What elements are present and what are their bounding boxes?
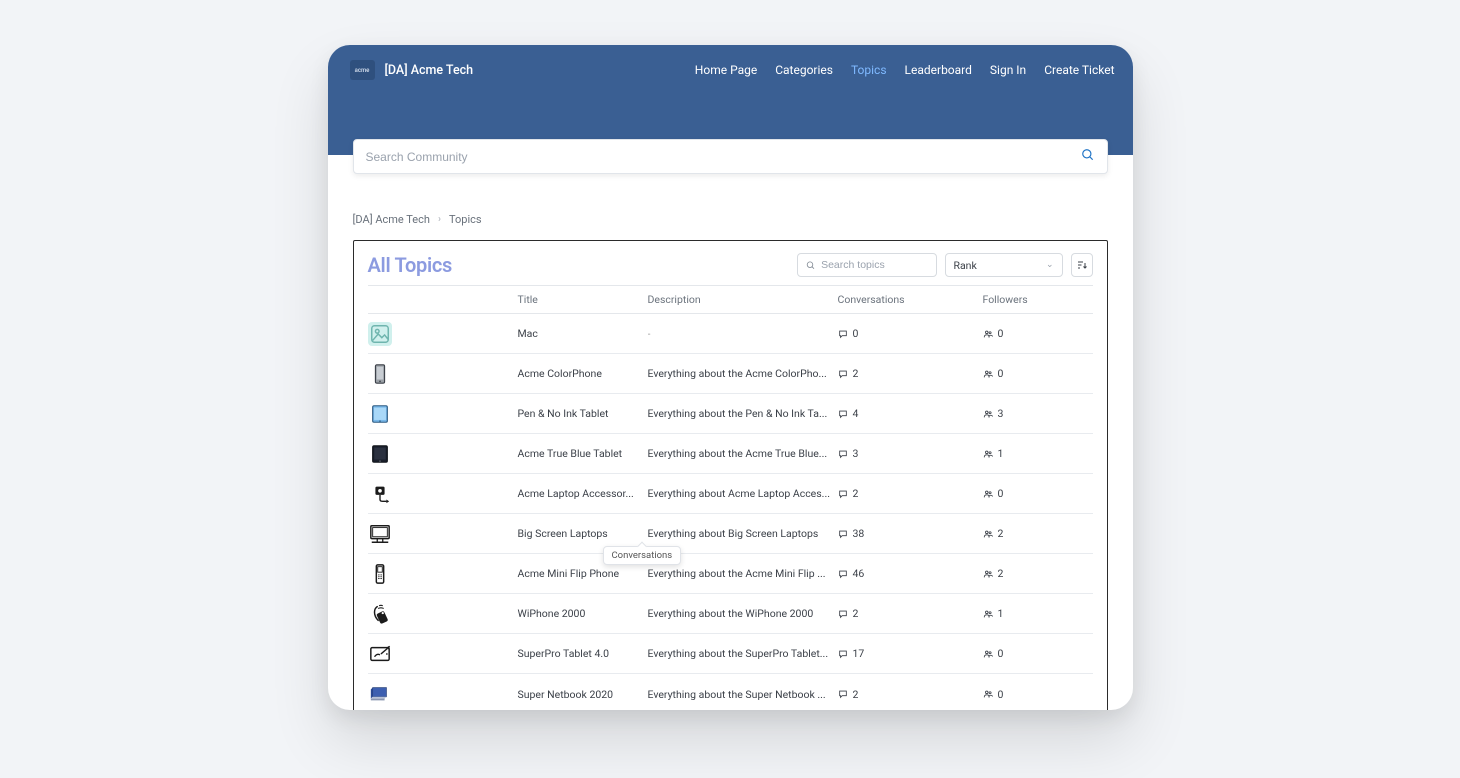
sort-direction-button[interactable]: [1071, 253, 1093, 277]
header: acme [DA] Acme Tech Home Page Categories…: [328, 45, 1133, 155]
chevron-right-icon: ›: [438, 214, 441, 225]
table-header: Title Description Conversations Follower…: [368, 286, 1093, 314]
row-conversations: 38: [838, 527, 983, 540]
sort-select[interactable]: Rank ⌄: [945, 253, 1063, 277]
row-title[interactable]: WiPhone 2000: [518, 607, 648, 620]
pro-tablet-icon: [368, 642, 392, 666]
panel-tools: Rank ⌄: [797, 253, 1093, 277]
row-conversations: 2: [838, 487, 983, 500]
row-conversations: 46: [838, 567, 983, 580]
tablet-blue-icon: [368, 402, 392, 426]
breadcrumb: [DA] Acme Tech › Topics: [353, 213, 1108, 226]
sort-select-label: Rank: [954, 259, 977, 272]
flip-phone-icon: [368, 562, 392, 586]
row-conversations: 17: [838, 647, 983, 660]
nav-categories[interactable]: Categories: [775, 63, 833, 77]
row-followers: 0: [983, 487, 1093, 500]
netbook-icon: [368, 682, 392, 706]
table-row[interactable]: WiPhone 2000Everything about the WiPhone…: [368, 594, 1093, 634]
row-description: Everything about Acme Laptop Acces...: [648, 487, 838, 500]
table-row[interactable]: SuperPro Tablet 4.0Everything about the …: [368, 634, 1093, 674]
row-followers: 1: [983, 447, 1093, 460]
row-title[interactable]: Acme ColorPhone: [518, 367, 648, 380]
table-row[interactable]: Super Netbook 2020Everything about the S…: [368, 674, 1093, 710]
app-window: acme [DA] Acme Tech Home Page Categories…: [328, 45, 1133, 710]
row-conversations: 0: [838, 327, 983, 340]
row-followers: 1: [983, 607, 1093, 620]
tooltip: Conversations: [603, 546, 682, 565]
row-followers: 0: [983, 647, 1093, 660]
row-title[interactable]: Acme Mini Flip Phone: [518, 567, 648, 580]
row-followers: 2: [983, 567, 1093, 580]
breadcrumb-root[interactable]: [DA] Acme Tech: [353, 213, 430, 226]
search-input[interactable]: [366, 150, 1081, 164]
table-row[interactable]: Pen & No Ink TabletEverything about the …: [368, 394, 1093, 434]
column-description: Description: [648, 293, 838, 306]
search-icon[interactable]: [1081, 148, 1095, 166]
row-title[interactable]: Super Netbook 2020: [518, 688, 648, 701]
table-row[interactable]: Acme Mini Flip PhoneEverything about the…: [368, 554, 1093, 594]
row-description: Everything about the Acme ColorPho...: [648, 367, 838, 380]
row-conversations: 4: [838, 407, 983, 420]
content: [DA] Acme Tech › Topics All Topics Rank …: [328, 155, 1133, 710]
row-title[interactable]: Acme True Blue Tablet: [518, 447, 648, 460]
search-topics-input[interactable]: [821, 259, 927, 271]
searchbar[interactable]: [353, 139, 1108, 174]
row-conversations: 2: [838, 367, 983, 380]
row-followers: 3: [983, 407, 1093, 420]
logo-icon[interactable]: acme: [350, 60, 375, 80]
row-followers: 0: [983, 327, 1093, 340]
row-followers: 0: [983, 367, 1093, 380]
row-title[interactable]: SuperPro Tablet 4.0: [518, 647, 648, 660]
row-title[interactable]: Pen & No Ink Tablet: [518, 407, 648, 420]
site-title[interactable]: [DA] Acme Tech: [385, 63, 474, 78]
topbar: acme [DA] Acme Tech Home Page Categories…: [328, 45, 1133, 85]
row-conversations: 2: [838, 607, 983, 620]
phone-icon: [368, 362, 392, 386]
search-icon: [806, 260, 816, 271]
row-conversations: 3: [838, 447, 983, 460]
row-description: Everything about the Acme Mini Flip ...: [648, 567, 838, 580]
chevron-down-icon: ⌄: [1046, 260, 1054, 270]
panel-title: All Topics: [368, 253, 452, 277]
table-row[interactable]: Acme True Blue TabletEverything about th…: [368, 434, 1093, 474]
row-conversations: 2: [838, 688, 983, 701]
row-description: Everything about the Pen & No Ink Ta...: [648, 407, 838, 420]
nav-home[interactable]: Home Page: [695, 63, 757, 77]
topics-panel: All Topics Rank ⌄: [353, 240, 1108, 710]
panel-header: All Topics Rank ⌄: [368, 253, 1093, 277]
main-nav: Home Page Categories Topics Leaderboard …: [695, 63, 1115, 77]
table-body: Mac-00Acme ColorPhoneEverything about th…: [368, 314, 1093, 710]
monitor-icon: [368, 522, 392, 546]
table-row[interactable]: Mac-00: [368, 314, 1093, 354]
nav-create-ticket[interactable]: Create Ticket: [1044, 63, 1114, 77]
row-title[interactable]: Big Screen Laptops: [518, 527, 648, 540]
row-followers: 0: [983, 688, 1093, 701]
table-row[interactable]: Acme Laptop Accessor...Everything about …: [368, 474, 1093, 514]
row-title[interactable]: Acme Laptop Accessor...: [518, 487, 648, 500]
row-description: Everything about the SuperPro Tablet...: [648, 647, 838, 660]
column-followers: Followers: [983, 293, 1093, 306]
row-description: Everything about the Acme True Blue...: [648, 447, 838, 460]
row-description: -: [648, 327, 838, 340]
row-followers: 2: [983, 527, 1093, 540]
row-description: Everything about Big Screen Laptops: [648, 527, 838, 540]
placeholder-icon: [368, 322, 392, 346]
tablet-dark-icon: [368, 442, 392, 466]
column-conversations: Conversations: [838, 293, 983, 306]
column-title: Title: [518, 293, 648, 306]
wiphone-icon: [368, 602, 392, 626]
nav-signin[interactable]: Sign In: [990, 63, 1026, 77]
accessory-icon: [368, 482, 392, 506]
nav-leaderboard[interactable]: Leaderboard: [905, 63, 972, 77]
table-row[interactable]: Big Screen LaptopsEverything about Big S…: [368, 514, 1093, 554]
breadcrumb-current: Topics: [449, 213, 482, 226]
row-description: Everything about the Super Netbook ...: [648, 688, 838, 701]
table-row[interactable]: Acme ColorPhoneEverything about the Acme…: [368, 354, 1093, 394]
row-description: Everything about the WiPhone 2000: [648, 607, 838, 620]
row-title[interactable]: Mac: [518, 327, 648, 340]
nav-topics[interactable]: Topics: [851, 63, 887, 77]
search-topics[interactable]: [797, 253, 937, 277]
